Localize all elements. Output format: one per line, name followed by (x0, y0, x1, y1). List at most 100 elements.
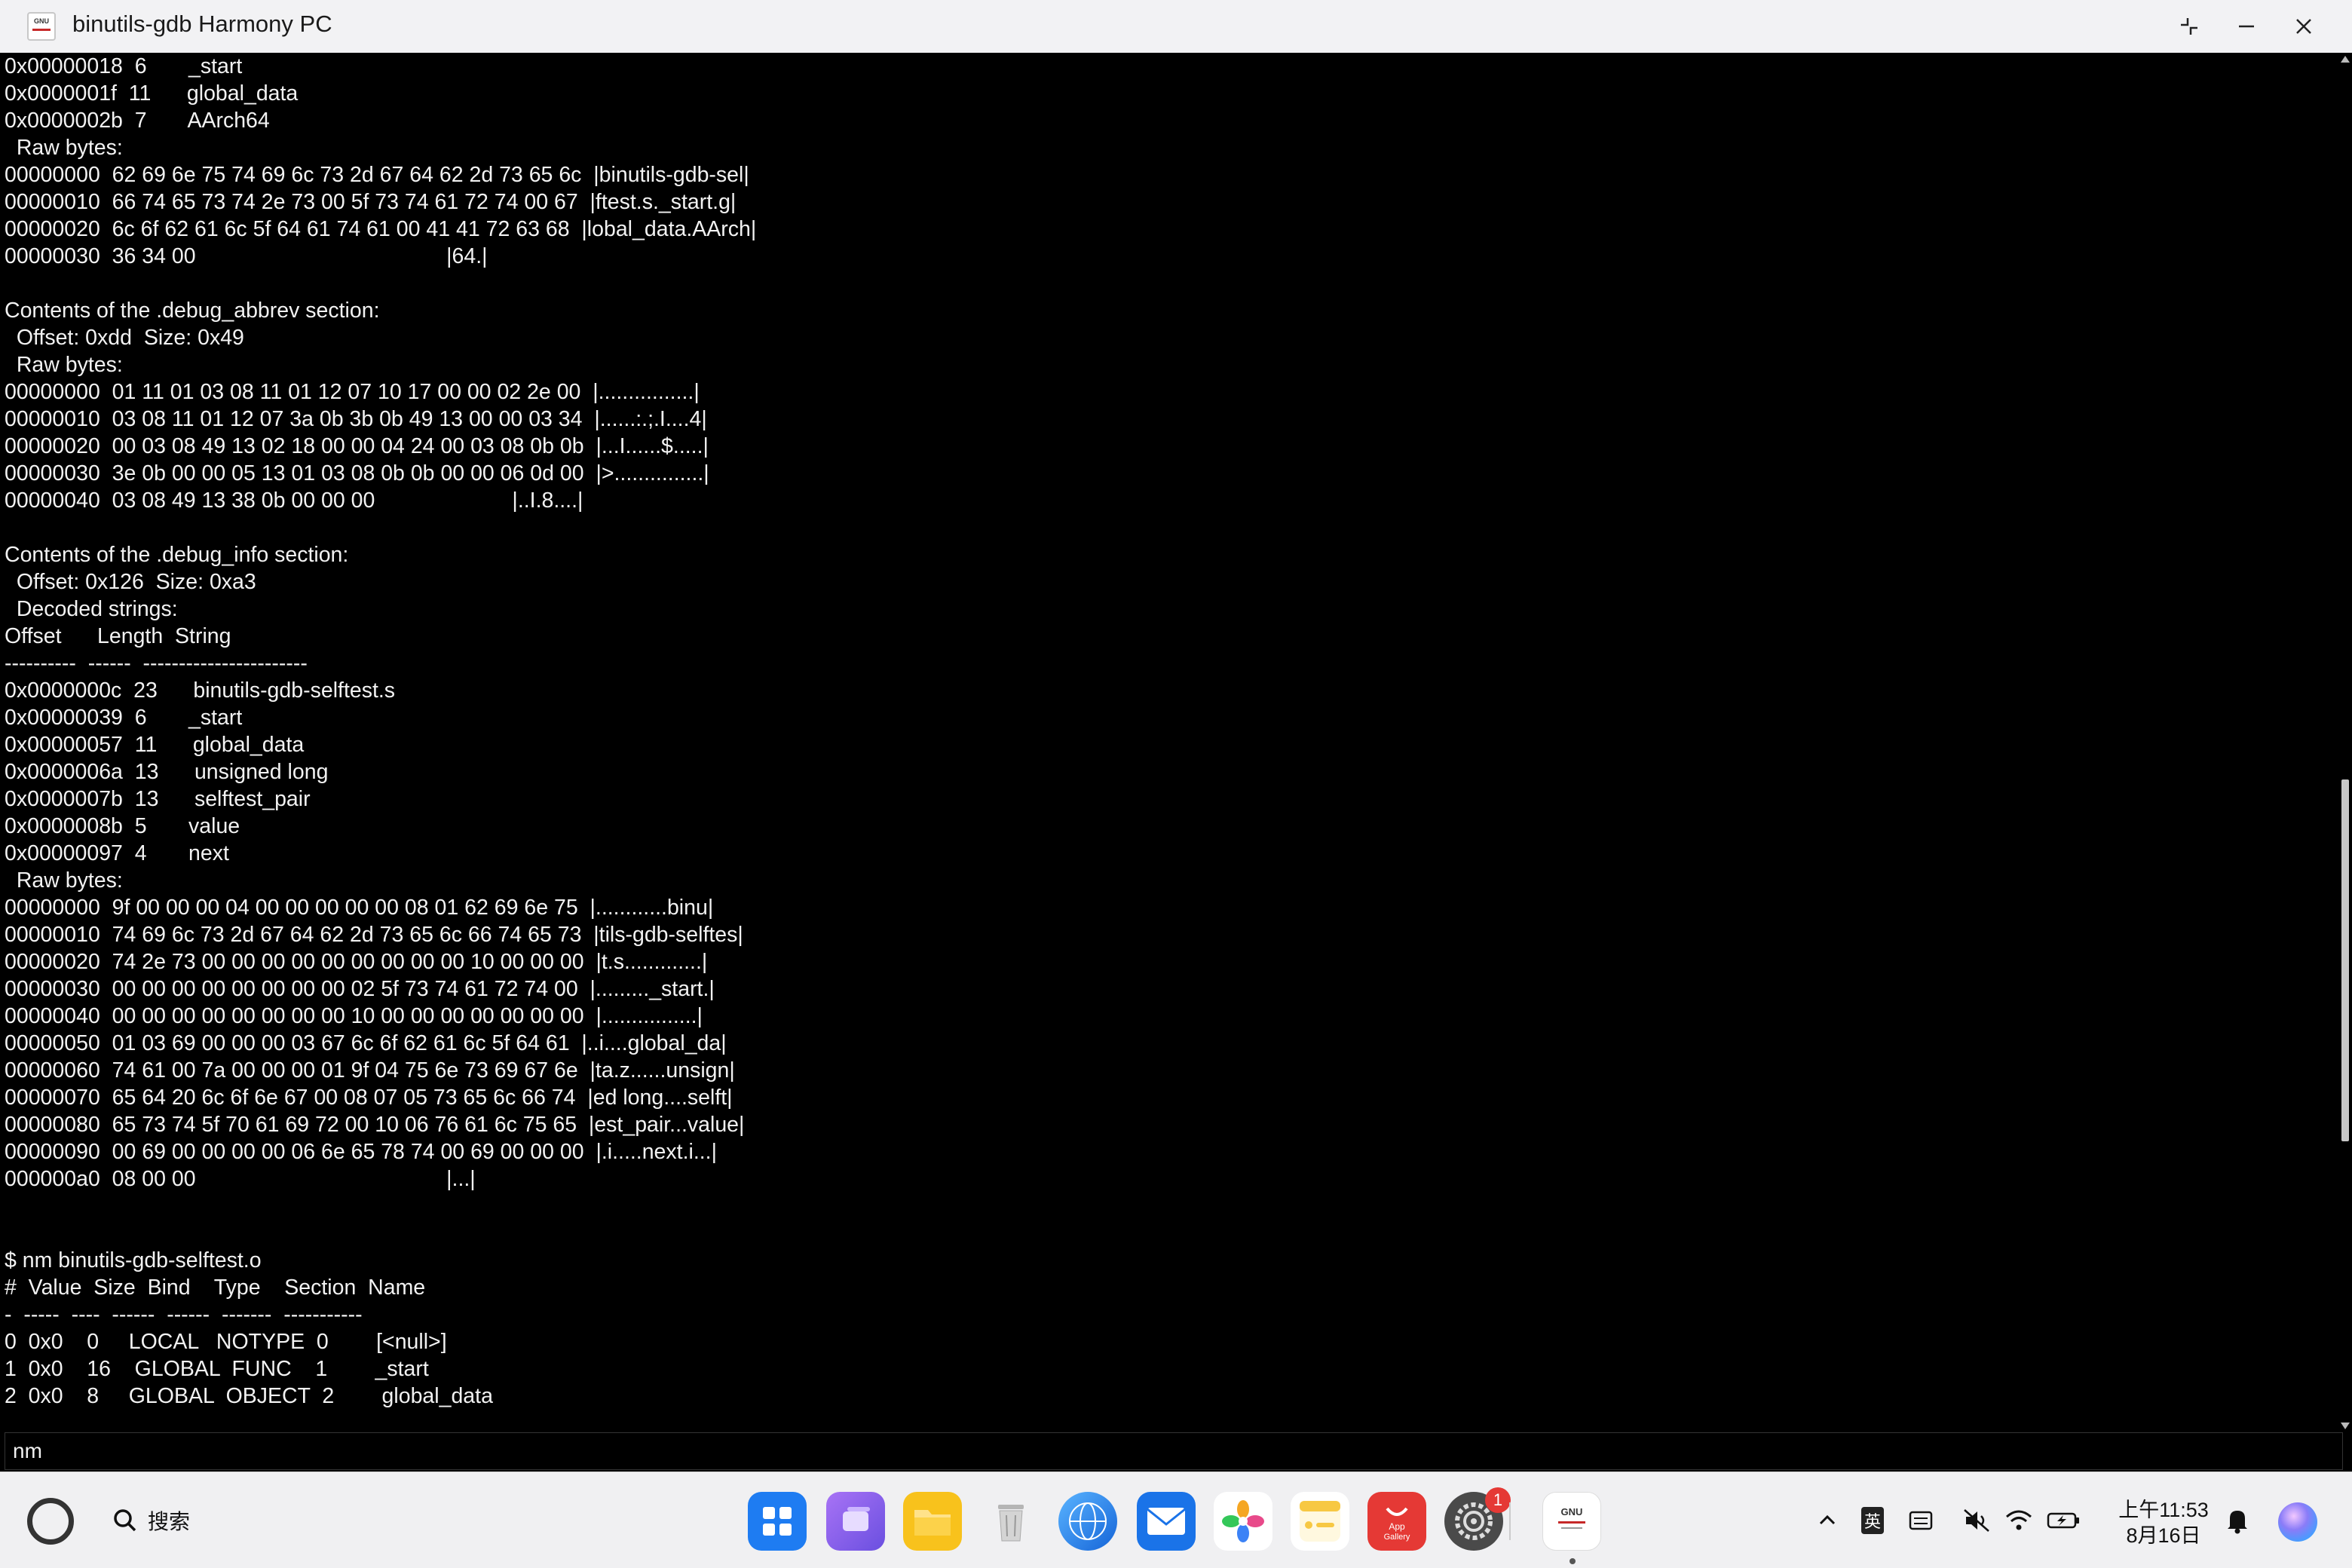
command-input[interactable]: nm (5, 1432, 2343, 1470)
search-icon (114, 1509, 136, 1532)
terminal-line: 00000060 74 61 00 7a 00 00 00 01 9f 04 7… (5, 1058, 735, 1083)
terminal-line: Contents of the .debug_abbrev section: (5, 299, 380, 323)
terminal-output[interactable]: 0x00000018 6 _start 0x0000001f 11 global_… (0, 53, 2338, 1432)
terminal-line: 0x0000006a 13 unsigned long (5, 760, 329, 784)
active-app-indicator (1570, 1558, 1576, 1564)
battery-button[interactable] (2046, 1505, 2082, 1536)
tray-expand-button[interactable] (1814, 1505, 1841, 1536)
binutils-gdb-icon: GNU (1558, 1506, 1585, 1529)
notepad-button[interactable] (1291, 1492, 1349, 1551)
restore-button[interactable] (2167, 8, 2212, 45)
terminal-line: 00000040 00 00 00 00 00 00 00 00 10 00 0… (5, 1004, 703, 1028)
terminal-line: 0x0000007b 13 selftest_pair (5, 787, 311, 811)
mail-button[interactable] (1137, 1492, 1196, 1551)
terminal-line: 000000a0 08 00 00 |...| (5, 1167, 476, 1191)
terminal-line: 00000010 74 69 6c 73 2d 67 64 62 2d 73 6… (5, 923, 743, 947)
terminal-line: Offset: 0xdd Size: 0x49 (5, 326, 244, 350)
chevron-up-icon (1819, 1514, 1836, 1525)
app-launcher-icon (763, 1507, 792, 1536)
taskbar: 搜索 App Gallery 1 GNU 英 上午11:53 8月16日 (0, 1472, 2352, 1568)
svg-text:App: App (1389, 1521, 1405, 1532)
command-bar: nm (0, 1432, 2352, 1472)
close-icon (2296, 19, 2311, 34)
scroll-up-arrow-icon[interactable] (2341, 56, 2350, 63)
notepad-icon (1300, 1501, 1340, 1542)
title-bar: GNU binutils-gdb Harmony PC (0, 0, 2352, 53)
restore-icon (2181, 18, 2197, 35)
terminal-line: Raw bytes: (5, 136, 123, 160)
keyboard-button[interactable] (1906, 1505, 1936, 1536)
terminal-line: 0x00000018 6 _start (5, 54, 243, 78)
ime-indicator[interactable]: 英 (1859, 1505, 1886, 1536)
gnu-app-icon: GNU (27, 12, 56, 41)
mail-icon (1147, 1508, 1186, 1535)
files-button[interactable] (903, 1492, 962, 1551)
terminal-line: 00000030 3e 0b 00 00 05 13 01 03 08 0b 0… (5, 461, 709, 485)
app-gallery-button[interactable]: App Gallery (1367, 1492, 1426, 1551)
search-label: 搜索 (148, 1510, 191, 1533)
keyboard-icon (1909, 1511, 1933, 1530)
terminal-line: 00000000 62 69 6e 75 74 69 6c 73 2d 67 6… (5, 163, 749, 187)
scroll-thumb[interactable] (2341, 779, 2349, 1142)
minimize-button[interactable] (2224, 8, 2269, 45)
terminal-line: $ nm binutils-gdb-selftest.o (5, 1248, 262, 1272)
app-launcher-button[interactable] (748, 1492, 807, 1551)
binutils-gdb-button[interactable]: GNU (1542, 1492, 1601, 1551)
battery-charging-icon (2047, 1512, 2079, 1529)
app-icon-label: GNU (34, 17, 49, 25)
terminal-line: 00000020 6c 6f 62 61 6c 5f 64 61 74 61 0… (5, 217, 757, 241)
terminal-line: 0x0000002b 7 AArch64 (5, 109, 270, 133)
recycle-bin-button[interactable] (982, 1492, 1040, 1551)
minimize-icon (2239, 25, 2254, 28)
terminal-line: 0x0000000c 23 binutils-gdb-selftest.s (5, 678, 396, 703)
window-title: binutils-gdb Harmony PC (72, 11, 332, 37)
wifi-button[interactable] (2004, 1505, 2034, 1536)
recycle-bin-icon (998, 1505, 1024, 1542)
terminal-line: Contents of the .debug_info section: (5, 543, 349, 567)
volume-muted-icon (1964, 1509, 1989, 1532)
terminal-line: 00000030 36 34 00 |64.| (5, 244, 488, 268)
terminal-line: 2 0x0 8 GLOBAL OBJECT 2 global_data (5, 1384, 493, 1408)
multitask-button[interactable] (826, 1492, 885, 1551)
terminal-line: ---------- ------ ----------------------… (5, 651, 308, 675)
volume-button[interactable] (1962, 1505, 1992, 1536)
terminal-line: Offset: 0x126 Size: 0xa3 (5, 570, 256, 594)
terminal-line: Decoded strings: (5, 597, 178, 621)
search-button[interactable]: 搜索 (112, 1502, 190, 1539)
ime-label: 英 (1860, 1507, 1884, 1534)
terminal-line: 00000070 65 64 20 6c 6f 6e 67 00 08 07 0… (5, 1086, 733, 1110)
wifi-icon (2006, 1510, 2032, 1530)
clock-date[interactable]: 8月16日 (2118, 1519, 2209, 1548)
terminal-line: 0x00000057 11 global_data (5, 733, 305, 757)
terminal-line: 00000020 00 03 08 49 13 02 18 00 00 04 2… (5, 434, 709, 458)
terminal-line: 00000010 03 08 11 01 12 07 3a 0b 3b 0b 4… (5, 407, 707, 431)
terminal-line: 00000000 01 11 01 03 08 11 01 12 07 10 1… (5, 380, 700, 404)
svg-text:Gallery: Gallery (1384, 1533, 1410, 1542)
terminal-line: 0x0000008b 5 value (5, 814, 240, 838)
close-button[interactable] (2281, 8, 2326, 45)
bell-icon (2228, 1511, 2247, 1534)
terminal-scrollbar[interactable] (2338, 53, 2352, 1432)
start-button[interactable] (27, 1498, 74, 1545)
notification-button[interactable] (2222, 1505, 2252, 1536)
terminal-line: Raw bytes: (5, 353, 123, 377)
terminal-line: 00000090 00 69 00 00 00 00 06 6e 65 78 7… (5, 1140, 717, 1164)
app-gallery-icon: App Gallery (1384, 1507, 1410, 1542)
browser-button[interactable] (1058, 1492, 1117, 1551)
gallery-button[interactable] (1214, 1492, 1272, 1551)
terminal-line: 0x00000039 6 _start (5, 706, 243, 730)
terminal-line: # Value Size Bind Type Section Name (5, 1276, 426, 1300)
terminal-line: 0x00000097 4 next (5, 841, 229, 865)
terminal-line: 00000000 9f 00 00 00 04 00 00 00 00 00 0… (5, 896, 714, 920)
terminal-line: Raw bytes: (5, 868, 123, 893)
terminal-line: 00000080 65 73 74 5f 70 61 69 72 00 10 0… (5, 1113, 745, 1137)
scroll-down-arrow-icon[interactable] (2341, 1423, 2350, 1429)
assistant-button[interactable] (2275, 1499, 2320, 1545)
terminal-line: Offset Length String (5, 624, 231, 648)
dock-divider (1509, 1502, 1511, 1540)
gallery-icon (1222, 1500, 1264, 1542)
